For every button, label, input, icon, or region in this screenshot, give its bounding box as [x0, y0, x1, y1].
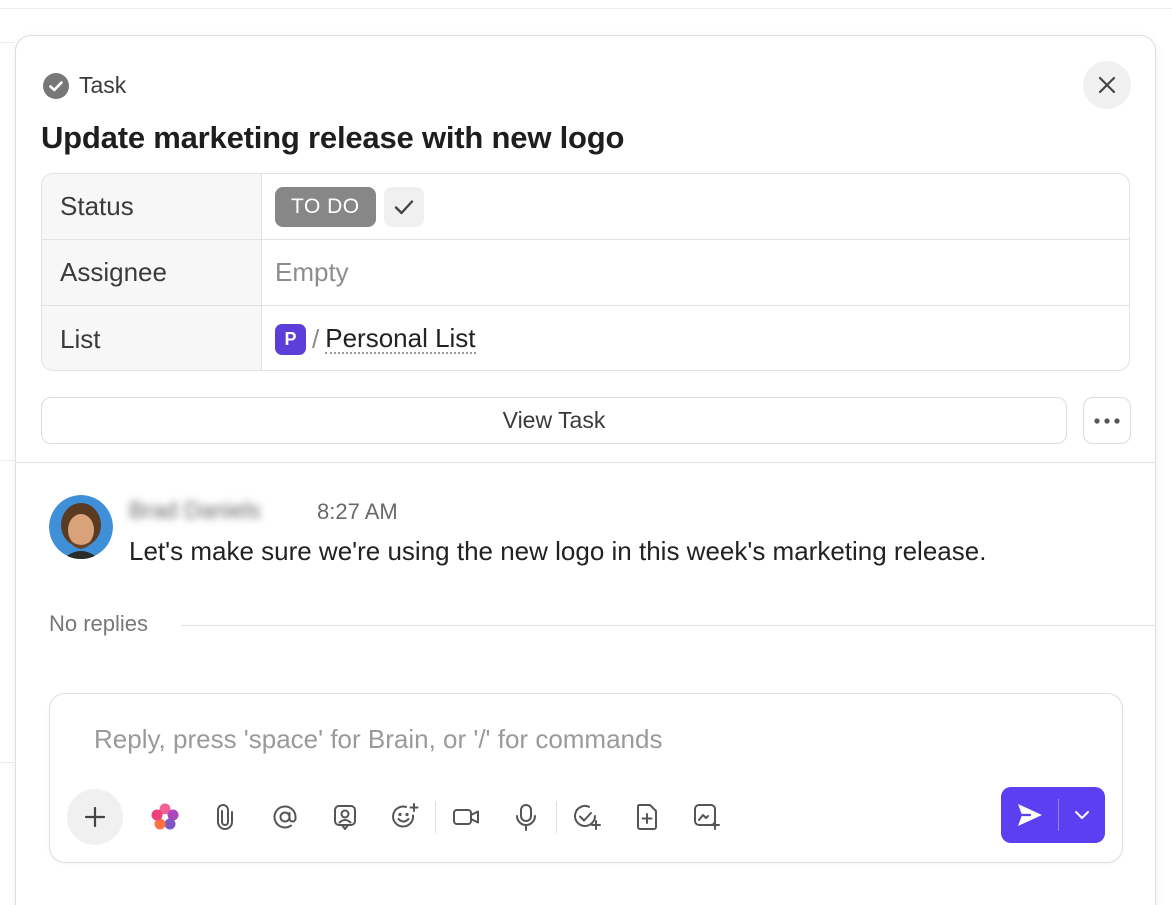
comment-author[interactable]: Brad Daniels — [129, 497, 261, 524]
close-button[interactable] — [1083, 61, 1131, 109]
composer-toolbar — [67, 789, 737, 845]
background-divider — [0, 460, 14, 461]
close-icon — [1098, 76, 1116, 94]
breadcrumb-separator: / — [312, 323, 320, 354]
ai-image-icon — [694, 804, 720, 830]
assign-button[interactable] — [315, 789, 375, 845]
task-preview-panel: Task Update marketing release with new l… — [15, 35, 1156, 905]
plus-icon — [84, 806, 106, 828]
reply-input[interactable] — [94, 724, 994, 755]
brain-ai-button[interactable] — [135, 789, 195, 845]
create-task-button[interactable] — [557, 789, 617, 845]
space-avatar-badge: P — [275, 323, 306, 355]
property-label: List — [42, 306, 262, 370]
property-value: TO DO — [262, 174, 1129, 239]
send-button[interactable] — [1001, 787, 1058, 843]
send-icon — [1017, 804, 1042, 826]
assignee-empty-value[interactable]: Empty — [275, 257, 349, 288]
replies-count-label: No replies — [49, 611, 149, 636]
task-type-label: Task — [79, 72, 127, 98]
microphone-icon — [516, 804, 536, 831]
create-task-icon — [574, 805, 601, 830]
send-options-dropdown[interactable] — [1059, 787, 1105, 843]
background-divider — [0, 8, 1172, 9]
mention-icon — [273, 805, 297, 829]
property-value[interactable]: Empty — [262, 240, 1129, 305]
task-check-circle-icon — [43, 72, 69, 99]
background-divider — [0, 762, 14, 763]
send-button-group — [1001, 787, 1105, 843]
background-divider — [0, 42, 14, 43]
view-task-button[interactable]: View Task — [41, 397, 1067, 444]
ai-image-button[interactable] — [677, 789, 737, 845]
create-doc-button[interactable] — [617, 789, 677, 845]
mention-button[interactable] — [255, 789, 315, 845]
property-row-list: List P / Personal List — [42, 306, 1129, 370]
property-row-assignee: Assignee Empty — [42, 240, 1129, 306]
comment-text: Let's make sure we're using the new logo… — [129, 536, 987, 566]
voice-button[interactable] — [496, 789, 556, 845]
paperclip-icon — [217, 804, 233, 830]
replies-divider — [181, 625, 1155, 626]
record-clip-button[interactable] — [436, 789, 496, 845]
property-label: Status — [42, 174, 262, 239]
user-avatar-icon — [49, 495, 113, 559]
video-clip-icon — [453, 809, 479, 825]
ellipsis-icon — [1094, 417, 1120, 424]
chevron-down-icon — [1075, 811, 1089, 819]
avatar[interactable] — [49, 495, 113, 559]
emoji-add-icon — [392, 803, 419, 828]
assign-user-icon — [334, 805, 356, 830]
checkmark-icon — [394, 199, 413, 214]
task-title: Update marketing release with new logo — [41, 120, 625, 155]
add-doc-icon — [636, 804, 657, 830]
property-row-status: Status TO DO — [42, 174, 1129, 240]
more-options-button[interactable] — [1083, 397, 1131, 444]
list-link[interactable]: Personal List — [325, 324, 476, 354]
reply-composer — [49, 693, 1123, 863]
brain-ai-icon — [151, 803, 179, 830]
task-properties-table: Status TO DO Assignee Empty List P / Per — [41, 173, 1130, 371]
emoji-button[interactable] — [375, 789, 435, 845]
comment-timestamp: 8:27 AM — [317, 499, 398, 524]
section-divider — [16, 462, 1155, 463]
attach-button[interactable] — [195, 789, 255, 845]
task-type-header: Task — [43, 72, 126, 99]
property-value: P / Personal List — [262, 306, 1129, 370]
property-label: Assignee — [42, 240, 262, 305]
complete-status-button[interactable] — [383, 186, 424, 227]
status-badge[interactable]: TO DO — [275, 186, 376, 227]
add-button[interactable] — [67, 789, 123, 845]
